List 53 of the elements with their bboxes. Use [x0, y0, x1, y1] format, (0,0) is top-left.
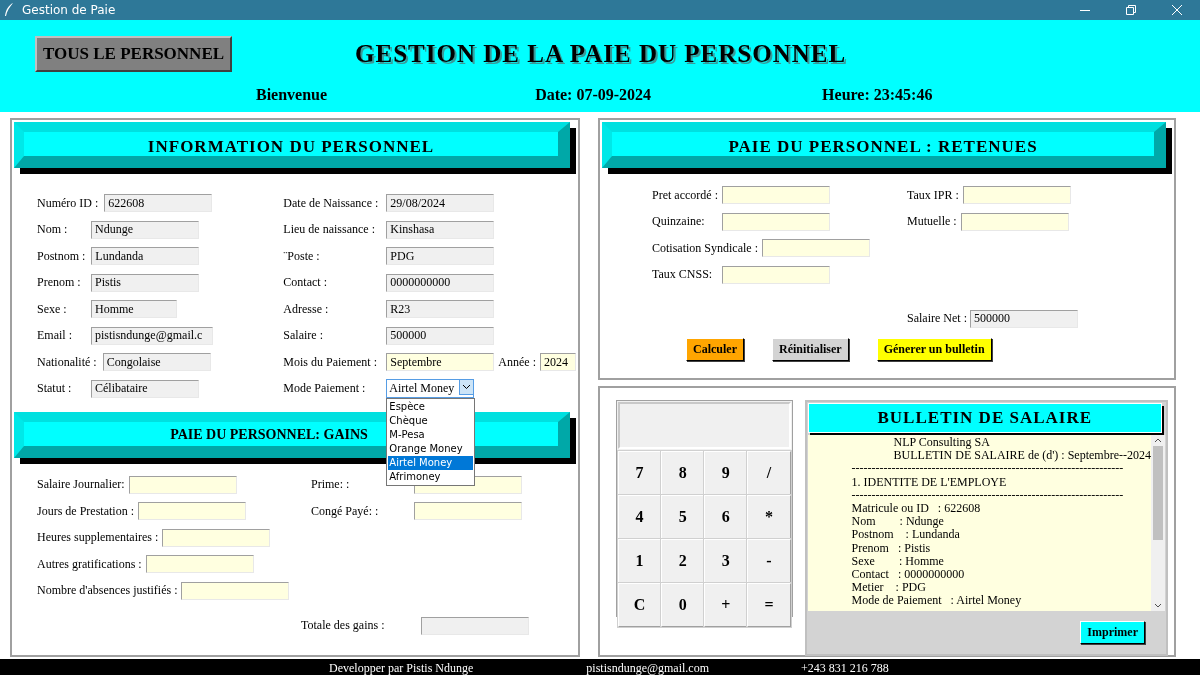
bulletin-line: Nom : Ndunge	[851, 515, 945, 529]
bulletin-line: Contact : 0000000000	[851, 567, 966, 582]
field-label: ¨Poste :	[283, 248, 321, 264]
date-text: Date: 07-09-2024	[535, 86, 652, 104]
bulletin-line: NLP Consulting SA	[892, 436, 991, 450]
field-label: Salaire :	[283, 328, 324, 343]
welcome-text: Bienvenue	[256, 86, 328, 104]
field-label: Lieu de naissance :	[283, 222, 376, 237]
bulletin-line: Prenom : Pistis	[851, 541, 932, 555]
bulletin-heading: BULLETIN DE SALAIRE	[807, 403, 1162, 433]
field-label: Sexe :	[37, 301, 68, 317]
app-title: GESTION DE LA PAIE DU PERSONNEL	[355, 40, 847, 68]
bulletin-line: --------------------------------------------------------------------	[851, 488, 1125, 502]
field-label: Taux CNSS:	[652, 267, 714, 282]
field-label: Pret accordé :	[652, 187, 718, 203]
field-label: Congé Payé: :	[311, 503, 380, 519]
bulletin-line: Matricule ou ID : 622608	[851, 501, 982, 516]
field-label: Contact :	[283, 275, 328, 290]
field-label: Autres gratifications :	[37, 556, 142, 572]
field-label: Totale des gains :	[301, 618, 386, 633]
bulletin-line: BULLETIN DE SALAIRE de (d') : Septembre--2024	[892, 449, 1151, 463]
bulletin-line: Mode de Paiement : Airtel Money	[851, 594, 1023, 608]
field-label: Nom :	[37, 222, 69, 237]
field-label: Jours de Prestation :	[37, 503, 134, 519]
field-label: Statut :	[37, 381, 73, 396]
field-label: Nationalité :	[37, 354, 97, 370]
bulletin-line: Postnom : Lundanda	[851, 528, 961, 542]
field-label: Postnom :	[37, 248, 86, 264]
field-label: Nombre d'absences justifiés :	[37, 583, 178, 598]
field-label: Quinzaine:	[652, 214, 706, 229]
bulletin-line: Metier : PDG	[851, 581, 927, 595]
field-label: Taux IPR :	[907, 187, 959, 203]
bulletin-line: --------------------------------------------------------------------	[851, 462, 1124, 476]
field-label: Mutuelle :	[907, 214, 957, 229]
footer-author: Developper par Pistis Ndunge	[329, 660, 474, 675]
time-text: Heure: 23:45:46	[822, 86, 933, 104]
field-label: Salaire Net :	[907, 311, 967, 326]
field-label: Mois du Paiement :	[283, 354, 378, 370]
bulletin-line: 1. IDENTITE DE L'EMPLOYE	[851, 475, 1008, 489]
field-label: Mode Paiement :	[283, 381, 367, 396]
window-title: Gestion de Paie	[22, 3, 116, 17]
footer-phone: +243 831 216 788	[801, 660, 889, 675]
field-label: Prenom :	[37, 275, 82, 290]
field-label: Date de Naissance :	[283, 195, 380, 211]
field-label: Cotisation Syndicale :	[652, 240, 758, 256]
field-label: Année :	[498, 354, 536, 370]
field-label: Heures supplementaires :	[37, 530, 159, 545]
field-label: Salaire Journalier:	[37, 477, 125, 492]
bulletin-line: Sexe : Homme	[851, 554, 945, 568]
field-label: Email :	[37, 328, 73, 343]
footer-email: pistisndunge@gmail.com	[586, 660, 710, 675]
field-label: Numéro ID :	[37, 195, 99, 211]
field-label: Adresse :	[283, 301, 330, 317]
